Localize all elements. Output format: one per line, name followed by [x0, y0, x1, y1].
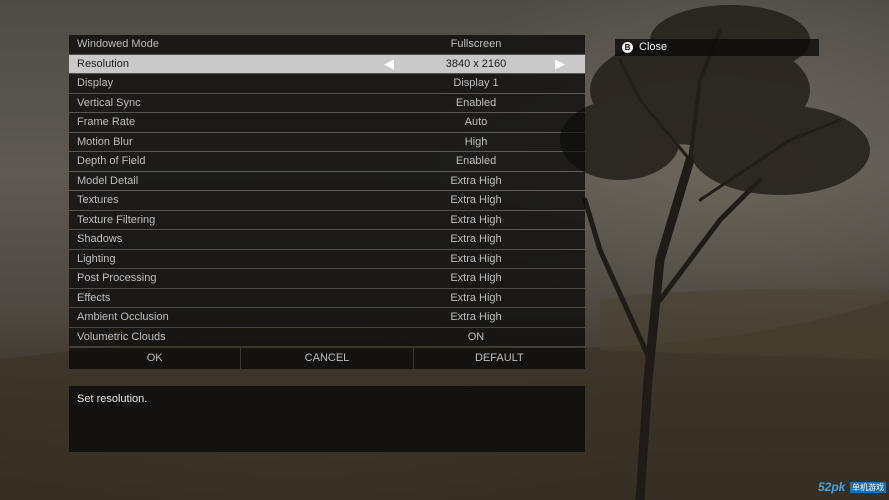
setting-label: Texture Filtering: [77, 213, 156, 226]
setting-label: Windowed Mode: [77, 38, 159, 50]
setting-label: Resolution: [77, 57, 129, 70]
default-button[interactable]: DEFAULT: [413, 348, 585, 369]
setting-value: Extra High: [450, 252, 502, 265]
action-bar: OK CANCEL DEFAULT: [69, 348, 585, 369]
description-text: Set resolution.: [77, 393, 148, 405]
description-box: Set resolution.: [69, 386, 585, 452]
setting-value: Fullscreen: [450, 38, 502, 50]
setting-label: Shadows: [77, 233, 123, 245]
setting-value: Display 1: [453, 77, 499, 89]
setting-value: Extra High: [450, 174, 502, 187]
cancel-button[interactable]: CANCEL: [241, 348, 413, 369]
setting-row-volumetric-clouds[interactable]: Volumetric Clouds ON: [69, 327, 585, 346]
setting-row-windowed-mode[interactable]: Windowed Mode Fullscreen: [69, 35, 585, 54]
setting-value: Extra High: [450, 291, 502, 304]
setting-row-resolution[interactable]: Resolution ◀ 3840 x 2160 ▶: [69, 54, 585, 73]
watermark-text: 单机游戏: [850, 482, 886, 493]
setting-label: Model Detail: [77, 174, 139, 187]
setting-label: Volumetric Clouds: [77, 330, 166, 343]
ok-button[interactable]: OK: [69, 348, 241, 369]
setting-label: Depth of Field: [77, 155, 146, 167]
setting-label: Motion Blur: [77, 135, 133, 148]
setting-row-shadows[interactable]: Shadows Extra High: [69, 230, 585, 249]
setting-value: Extra High: [450, 194, 502, 206]
arrow-right-icon[interactable]: ▶: [555, 56, 565, 72]
setting-label: Lighting: [77, 252, 116, 265]
setting-value: High: [464, 135, 488, 148]
setting-value: Extra High: [450, 233, 502, 245]
setting-label: Display: [77, 77, 114, 89]
setting-row-display[interactable]: Display Display 1: [69, 74, 585, 93]
close-label: Close: [639, 41, 668, 53]
setting-row-post-processing[interactable]: Post Processing Extra High: [69, 269, 585, 288]
setting-row-frame-rate[interactable]: Frame Rate Auto: [69, 113, 585, 132]
setting-row-model-detail[interactable]: Model Detail Extra High: [69, 171, 585, 190]
setting-value: Enabled: [455, 96, 497, 109]
setting-row-texture-filtering[interactable]: Texture Filtering Extra High: [69, 210, 585, 229]
watermark-number: 52pk: [818, 480, 846, 494]
setting-label: Frame Rate: [77, 116, 136, 128]
setting-value: Extra High: [450, 311, 502, 323]
graphics-settings-list: Windowed Mode Fullscreen Resolution ◀ 38…: [69, 35, 585, 347]
setting-value: Auto: [464, 116, 488, 128]
setting-label: Effects: [77, 291, 111, 304]
setting-row-lighting[interactable]: Lighting Extra High: [69, 249, 585, 268]
setting-row-effects[interactable]: Effects Extra High: [69, 288, 585, 307]
setting-label: Textures: [77, 194, 119, 206]
setting-value: Enabled: [455, 155, 497, 167]
watermark-logo: 52pk 单机游戏: [818, 480, 886, 496]
setting-row-depth-of-field[interactable]: Depth of Field Enabled: [69, 152, 585, 171]
setting-row-vertical-sync[interactable]: Vertical Sync Enabled: [69, 93, 585, 112]
setting-row-ambient-occlusion[interactable]: Ambient Occlusion Extra High: [69, 308, 585, 327]
setting-value: Extra High: [450, 272, 502, 284]
setting-value: 3840 x 2160: [445, 57, 507, 70]
setting-row-textures[interactable]: Textures Extra High: [69, 191, 585, 210]
setting-label: Ambient Occlusion: [77, 311, 169, 323]
close-button[interactable]: B Close: [615, 39, 819, 56]
setting-label: Post Processing: [77, 272, 157, 284]
setting-row-motion-blur[interactable]: Motion Blur High: [69, 132, 585, 151]
setting-value: Extra High: [450, 213, 502, 226]
b-button-icon: B: [622, 42, 633, 53]
setting-label: Vertical Sync: [77, 96, 141, 109]
setting-value: ON: [467, 330, 485, 343]
